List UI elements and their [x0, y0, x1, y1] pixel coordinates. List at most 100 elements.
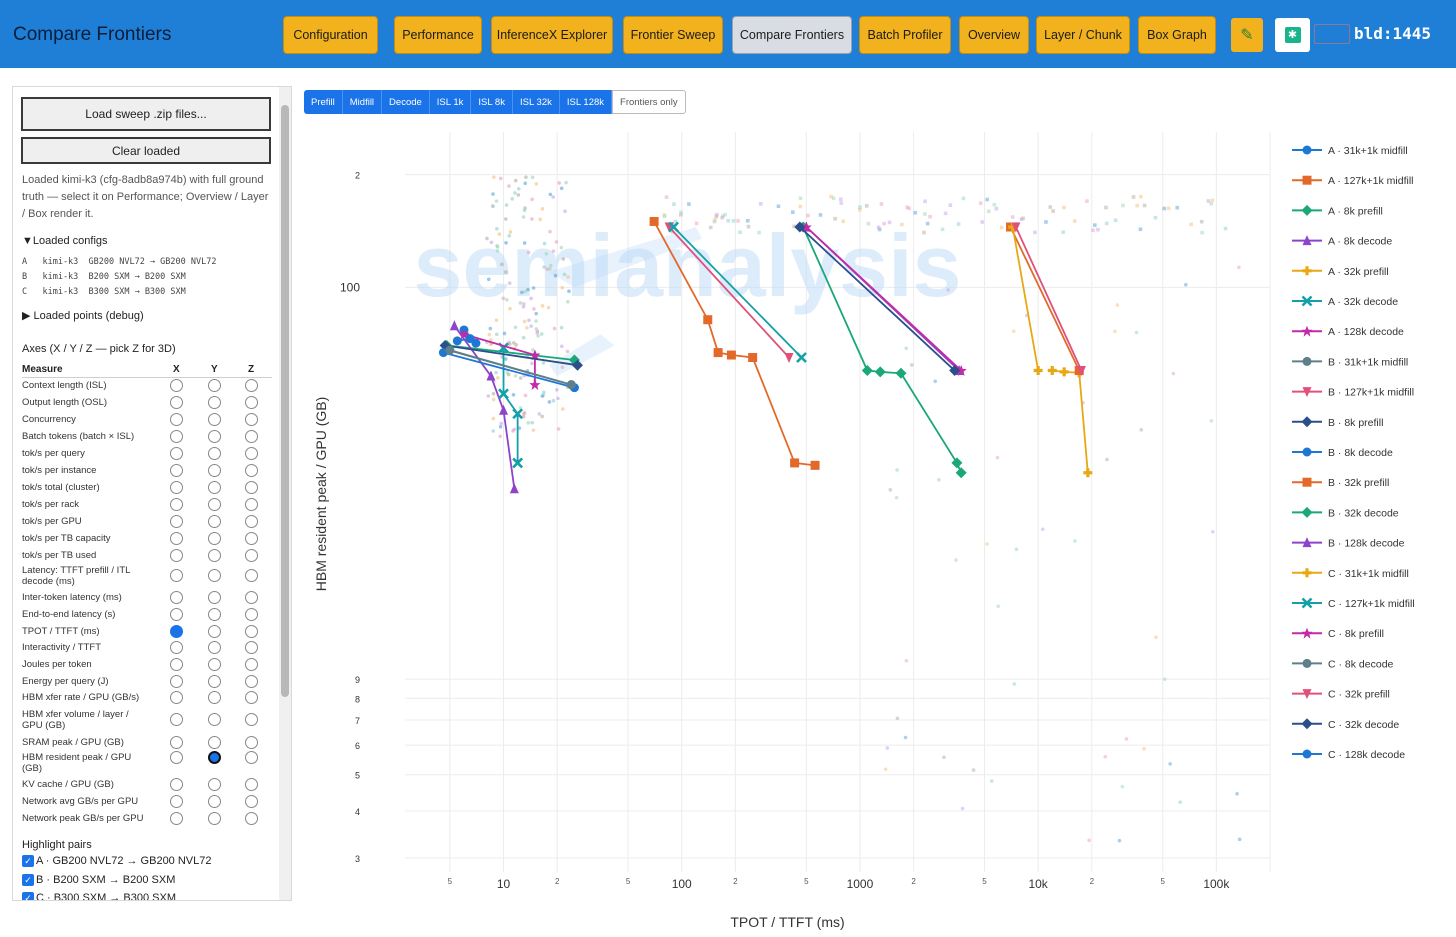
radio-y[interactable]: [208, 675, 221, 688]
legend-label[interactable]: A · 128k decode: [1328, 326, 1404, 338]
legend-label[interactable]: B · 8k decode: [1328, 447, 1393, 459]
tab-isl-32k[interactable]: ISL 32k: [512, 90, 560, 114]
radio-x[interactable]: [170, 430, 183, 443]
radio-x[interactable]: [170, 379, 183, 392]
radio-x[interactable]: [170, 625, 183, 638]
radio-y[interactable]: [208, 713, 221, 726]
faint-button[interactable]: [1314, 24, 1350, 44]
radio-x[interactable]: [170, 591, 183, 604]
radio-z[interactable]: [245, 713, 258, 726]
radio-y[interactable]: [208, 608, 221, 621]
nav-compare-frontiers-button[interactable]: Compare Frontiers: [732, 16, 852, 54]
radio-z[interactable]: [245, 498, 258, 511]
radio-x[interactable]: [170, 641, 183, 654]
radio-x[interactable]: [170, 778, 183, 791]
tab-decode[interactable]: Decode: [382, 90, 430, 114]
radio-x[interactable]: [170, 447, 183, 460]
radio-y[interactable]: [208, 447, 221, 460]
radio-x[interactable]: [170, 481, 183, 494]
radio-z[interactable]: [245, 413, 258, 426]
radio-y[interactable]: [208, 778, 221, 791]
legend-label[interactable]: B · 127k+1k midfill: [1328, 387, 1414, 399]
legend-label[interactable]: C · 127k+1k midfill: [1328, 598, 1415, 610]
nav-batch-profiler-button[interactable]: Batch Profiler: [859, 16, 951, 54]
radio-z[interactable]: [245, 396, 258, 409]
legend-label[interactable]: C · 31k+1k midfill: [1328, 568, 1409, 580]
legend-label[interactable]: A · 127k+1k midfill: [1328, 175, 1414, 187]
radio-y[interactable]: [208, 464, 221, 477]
highlight-pair-b[interactable]: ✓ B · B200 SXM → B200 SXM: [22, 874, 175, 886]
chip-button[interactable]: ✱: [1275, 18, 1310, 52]
radio-z[interactable]: [245, 532, 258, 545]
radio-x[interactable]: [170, 413, 183, 426]
nav-inferencex-explorer-button[interactable]: InferenceX Explorer: [491, 16, 613, 54]
radio-y[interactable]: [208, 430, 221, 443]
tab-frontiers-only[interactable]: Frontiers only: [612, 90, 686, 114]
radio-x[interactable]: [170, 608, 183, 621]
radio-y[interactable]: [208, 498, 221, 511]
radio-y[interactable]: [208, 751, 221, 764]
radio-y[interactable]: [208, 641, 221, 654]
radio-y[interactable]: [208, 413, 221, 426]
radio-z[interactable]: [245, 691, 258, 704]
legend-label[interactable]: B · 31k+1k midfill: [1328, 356, 1408, 368]
highlight-pair-a[interactable]: ✓ A · GB200 NVL72 → GB200 NVL72: [22, 855, 212, 867]
radio-x[interactable]: [170, 498, 183, 511]
nav-performance-button[interactable]: Performance: [394, 16, 482, 54]
radio-x[interactable]: [170, 751, 183, 764]
radio-y[interactable]: [208, 532, 221, 545]
radio-z[interactable]: [245, 447, 258, 460]
radio-x[interactable]: [170, 464, 183, 477]
tab-isl-1k[interactable]: ISL 1k: [429, 90, 472, 114]
radio-y[interactable]: [208, 658, 221, 671]
radio-y[interactable]: [208, 795, 221, 808]
radio-z[interactable]: [245, 675, 258, 688]
radio-y[interactable]: [208, 591, 221, 604]
radio-x[interactable]: [170, 675, 183, 688]
legend-label[interactable]: A · 8k decode: [1328, 236, 1392, 248]
radio-y[interactable]: [208, 515, 221, 528]
radio-y[interactable]: [208, 736, 221, 749]
nav-frontier-sweep-button[interactable]: Frontier Sweep: [623, 16, 723, 54]
legend-label[interactable]: C · 8k prefill: [1328, 628, 1384, 640]
legend-label[interactable]: A · 32k decode: [1328, 296, 1398, 308]
radio-y[interactable]: [208, 396, 221, 409]
radio-x[interactable]: [170, 812, 183, 825]
tab-prefill[interactable]: Prefill: [304, 90, 343, 114]
radio-z[interactable]: [245, 641, 258, 654]
radio-z[interactable]: [245, 379, 258, 392]
load-sweep-button[interactable]: Load sweep .zip files...: [21, 97, 271, 131]
frontier-chart[interactable]: semianalysis10 100 1000 10k 100k5 2 5 2 5 2 5 2 5345…: [300, 120, 1450, 935]
radio-z[interactable]: [245, 625, 258, 638]
legend-label[interactable]: B · 32k decode: [1328, 507, 1399, 519]
nav-box-graph-button[interactable]: Box Graph: [1138, 16, 1216, 54]
radio-z[interactable]: [245, 569, 258, 582]
radio-y[interactable]: [208, 691, 221, 704]
legend-label[interactable]: A · 32k prefill: [1328, 266, 1389, 278]
radio-z[interactable]: [245, 795, 258, 808]
clear-loaded-button[interactable]: Clear loaded: [21, 137, 271, 164]
tab-midfill[interactable]: Midfill: [342, 90, 383, 114]
highlight-pair-c[interactable]: ✓ C · B300 SXM → B300 SXM: [22, 892, 176, 900]
checkbox-checked-icon[interactable]: ✓: [22, 892, 34, 900]
nav-overview-button[interactable]: Overview: [959, 16, 1029, 54]
nav-configuration-button[interactable]: Configuration: [283, 16, 378, 54]
legend-label[interactable]: B · 8k prefill: [1328, 417, 1383, 429]
radio-y[interactable]: [208, 481, 221, 494]
radio-z[interactable]: [245, 812, 258, 825]
radio-z[interactable]: [245, 430, 258, 443]
radio-x[interactable]: [170, 569, 183, 582]
radio-y[interactable]: [208, 569, 221, 582]
radio-z[interactable]: [245, 608, 258, 621]
radio-z[interactable]: [245, 464, 258, 477]
radio-z[interactable]: [245, 549, 258, 562]
tab-isl-8k[interactable]: ISL 8k: [471, 90, 513, 114]
radio-y[interactable]: [208, 625, 221, 638]
loaded-points-toggle[interactable]: ▶ Loaded points (debug): [22, 309, 144, 322]
radio-y[interactable]: [208, 812, 221, 825]
legend-label[interactable]: A · 31k+1k midfill: [1328, 145, 1408, 157]
legend-label[interactable]: C · 32k decode: [1328, 719, 1399, 731]
sidebar-scrollbar[interactable]: [279, 87, 291, 900]
legend-label[interactable]: C · 8k decode: [1328, 658, 1394, 670]
checkbox-checked-icon[interactable]: ✓: [22, 874, 34, 886]
